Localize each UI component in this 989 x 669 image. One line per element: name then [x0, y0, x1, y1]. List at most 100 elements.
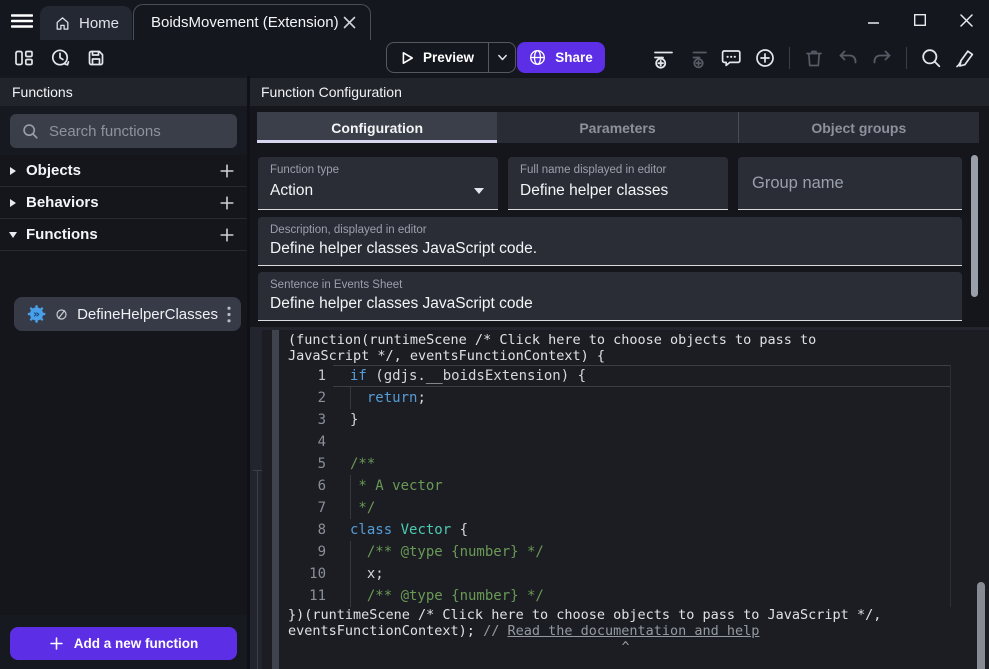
code-line[interactable]: 5/**	[262, 453, 989, 475]
line-number: 1	[262, 365, 326, 387]
full-name-field[interactable]: Full name displayed in editor Define hel…	[508, 157, 728, 210]
form-scrollbar[interactable]	[971, 155, 978, 297]
collapse-caret[interactable]: ^	[262, 640, 989, 655]
project-manager-button[interactable]	[10, 44, 38, 72]
code-line[interactable]: 3}	[262, 409, 989, 431]
chevron-down-icon[interactable]	[0, 232, 26, 238]
add-comment-icon	[720, 47, 742, 69]
add-function-quick-button[interactable]	[219, 227, 235, 243]
add-sub-event-button[interactable]	[683, 44, 711, 72]
tab-label: Parameters	[579, 120, 655, 136]
sidebar-section-functions[interactable]: Functions	[0, 219, 247, 251]
add-behavior-button[interactable]	[219, 195, 235, 211]
main-header: Function Configuration	[250, 78, 989, 106]
line-number: 4	[262, 431, 326, 453]
line-text: class Vector {	[350, 519, 989, 541]
add-object-button[interactable]	[219, 163, 235, 179]
function-type-field[interactable]: Function type Action	[258, 157, 498, 210]
line-number: 3	[262, 409, 326, 431]
line-text: /**	[350, 453, 989, 475]
play-icon	[399, 50, 415, 66]
code-line[interactable]: 8 class Vector {	[262, 519, 989, 541]
maximize-button[interactable]	[897, 4, 943, 36]
chevron-right-icon[interactable]	[0, 199, 26, 207]
add-event-button[interactable]	[649, 44, 677, 72]
sentence-field[interactable]: Sentence in Events Sheet Define helper c…	[258, 272, 962, 321]
undo-button[interactable]	[834, 44, 862, 72]
code-line[interactable]: 2 return;	[262, 387, 989, 409]
save-button[interactable]	[82, 44, 110, 72]
line-number: 11	[262, 585, 326, 607]
tab-configuration[interactable]: Configuration	[257, 112, 497, 143]
chevron-right-icon[interactable]	[0, 167, 26, 175]
history-button[interactable]	[46, 44, 74, 72]
share-button[interactable]: Share	[517, 42, 605, 73]
function-item-selected[interactable]: » DefineHelperClasses	[14, 297, 241, 331]
code-line[interactable]: 4	[262, 431, 989, 453]
group-name-field[interactable]	[738, 157, 962, 210]
line-number: 8	[262, 519, 326, 541]
project-manager-icon	[13, 47, 35, 69]
kebab-menu-icon	[227, 306, 231, 323]
function-configuration-panel: Function Configuration Configuration Par…	[250, 76, 989, 669]
svg-text:»: »	[33, 308, 40, 321]
plus-icon	[219, 227, 235, 243]
add-function-label: Add a new function	[74, 636, 199, 651]
section-label: Objects	[26, 162, 81, 179]
code-scrollbar[interactable]	[977, 582, 985, 669]
sidebar-section-behaviors[interactable]: Behaviors	[0, 187, 247, 219]
code-line[interactable]: 7 */	[262, 497, 989, 519]
toolbar-divider	[906, 47, 907, 69]
javascript-event-block[interactable]: (function(runtimeScene /* Click here to …	[262, 330, 989, 669]
add-event-icon	[652, 47, 675, 70]
window-controls	[851, 0, 989, 40]
documentation-link[interactable]: Read the documentation and help	[507, 623, 759, 639]
code-footer[interactable]: })(runtimeScene /* Click here to choose …	[288, 607, 979, 639]
code-line[interactable]: 11 /** @type {number} */	[262, 585, 989, 607]
history-icon	[49, 47, 71, 69]
tab-home[interactable]: Home	[40, 6, 132, 40]
minimize-button[interactable]	[851, 4, 897, 36]
dropdown-arrow-icon	[474, 188, 484, 194]
toolbar: Preview Share	[0, 40, 989, 76]
tab-object-groups[interactable]: Object groups	[738, 112, 979, 143]
event-indent-guide	[257, 470, 258, 669]
preview-label: Preview	[423, 50, 474, 65]
preview-dropdown-button[interactable]	[488, 43, 515, 72]
tab-extension[interactable]: BoidsMovement (Extension)	[133, 4, 371, 40]
code-header[interactable]: (function(runtimeScene /* Click here to …	[288, 332, 979, 364]
function-icon: »	[27, 303, 46, 325]
code-line[interactable]: 6 * A vector	[262, 475, 989, 497]
code-line[interactable]: 1if (gdjs.__boidsExtension) {	[262, 365, 989, 387]
close-button[interactable]	[943, 4, 989, 36]
code-line[interactable]: 10 x;	[262, 563, 989, 585]
functions-tree: Objects Behaviors Functions	[0, 155, 247, 615]
menu-button[interactable]	[9, 11, 35, 31]
add-comment-button[interactable]	[717, 44, 745, 72]
code-line[interactable]: 9 /** @type {number} */	[262, 541, 989, 563]
line-text: /** @type {number} */	[350, 585, 989, 607]
choose-event-button[interactable]	[751, 44, 779, 72]
search-input[interactable]	[49, 123, 214, 140]
line-text: }	[350, 409, 989, 431]
maximize-icon	[914, 14, 926, 26]
preview-button-group: Preview	[386, 42, 516, 73]
redo-button[interactable]	[868, 44, 896, 72]
app-window: Home BoidsMovement (Extension)	[0, 0, 989, 669]
search-box[interactable]	[10, 114, 237, 148]
preview-button[interactable]: Preview	[387, 43, 488, 72]
function-item-menu-button[interactable]	[227, 306, 231, 323]
tab-parameters[interactable]: Parameters	[497, 112, 737, 143]
toolbar-right-group	[649, 44, 979, 72]
group-name-input[interactable]	[752, 157, 947, 209]
line-text: x;	[350, 563, 989, 585]
search-button[interactable]	[917, 44, 945, 72]
tab-close-button[interactable]	[343, 16, 356, 29]
sidebar-section-objects[interactable]: Objects	[0, 155, 247, 187]
description-field[interactable]: Description, displayed in editor Define …	[258, 217, 962, 266]
save-icon	[85, 47, 107, 69]
add-function-button[interactable]: Add a new function	[10, 627, 237, 660]
delete-button[interactable]	[800, 44, 828, 72]
add-sub-event-icon	[686, 47, 709, 70]
edit-button[interactable]	[951, 44, 979, 72]
